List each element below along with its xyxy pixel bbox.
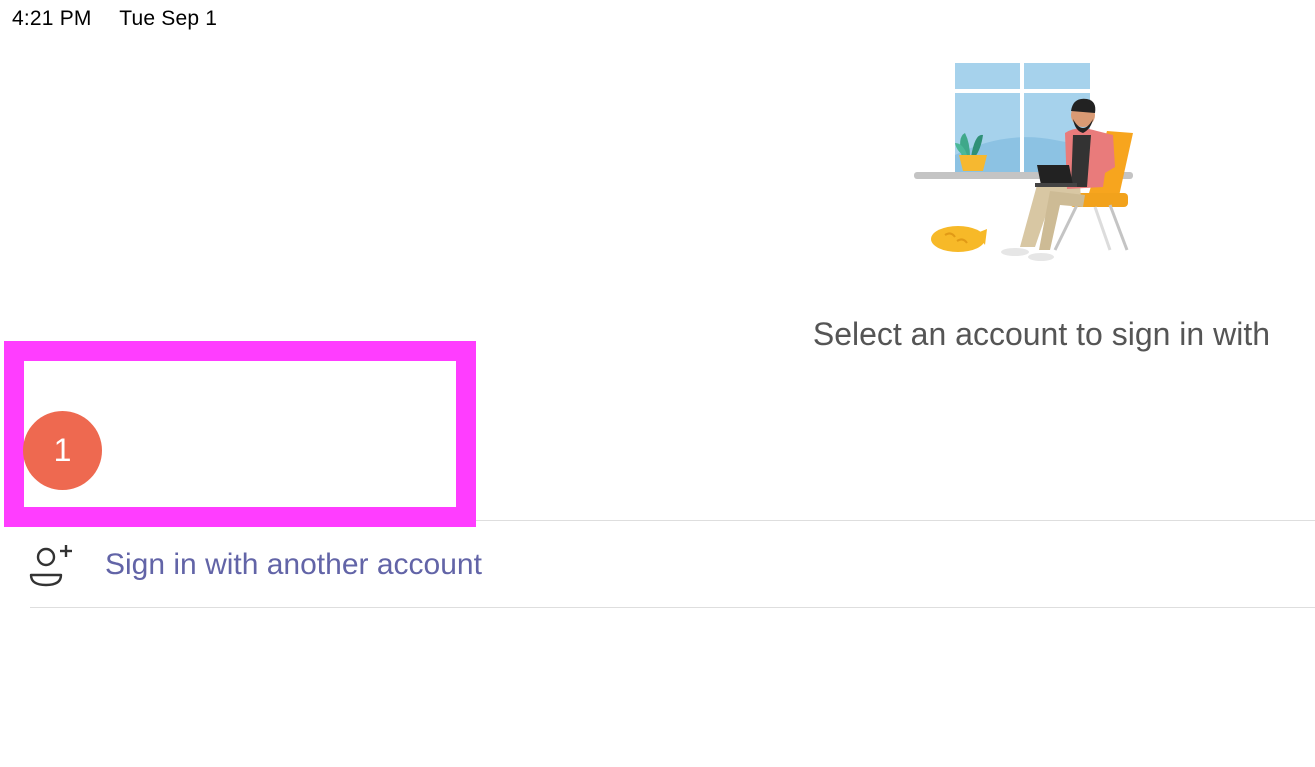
status-bar: 4:21 PM Tue Sep 1 — [12, 7, 239, 31]
window-frame-vertical — [1020, 63, 1024, 173]
page-title: Select an account to sign in with — [812, 316, 1270, 352]
sign-in-another-account-label: Sign in with another account — [105, 548, 482, 581]
status-time: 4:21 PM — [12, 7, 92, 30]
window-frame-horizontal — [955, 89, 1090, 93]
laptop-shape — [1037, 165, 1073, 185]
laptop-base — [1035, 183, 1077, 187]
person-shoe — [1001, 248, 1029, 256]
sign-in-account-picker: 4:21 PM Tue Sep 1 Select an account to s… — [0, 0, 1315, 767]
chair-leg — [1093, 206, 1112, 251]
chair-leg — [1108, 204, 1129, 251]
divider — [30, 607, 1315, 608]
person-working-on-laptop-illustration — [914, 63, 1133, 261]
step-number-badge: 1 — [23, 411, 102, 490]
cat-shape — [931, 226, 985, 252]
add-person-icon — [29, 545, 72, 587]
plant-pot — [959, 155, 987, 171]
sign-in-another-account-button[interactable]: Sign in with another account — [0, 521, 1315, 607]
person-shoe — [1028, 253, 1054, 261]
status-date: Tue Sep 1 — [119, 7, 218, 30]
